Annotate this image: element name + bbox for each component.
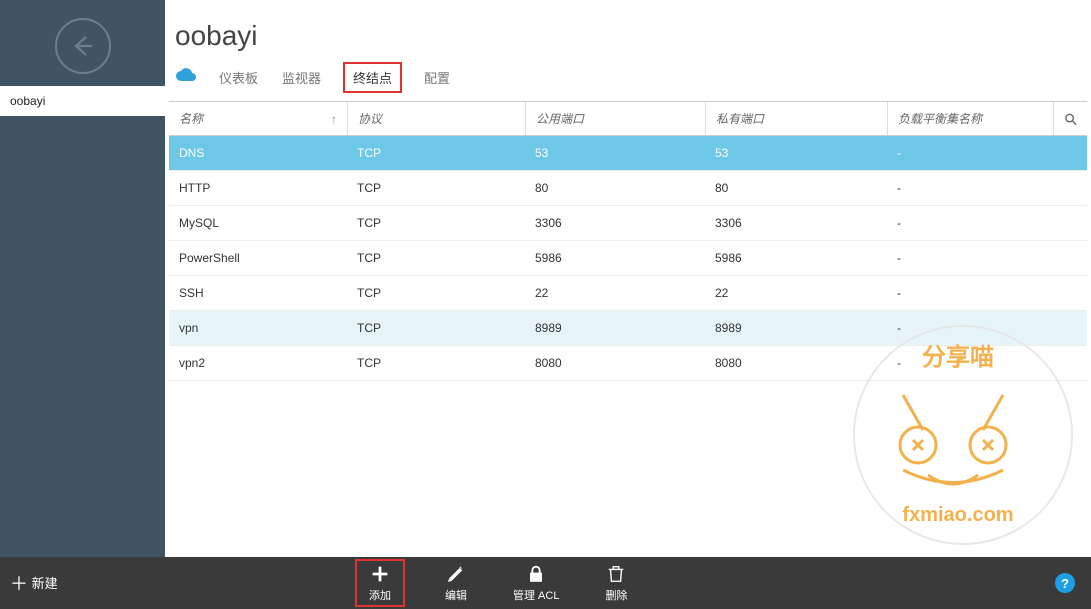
cell-lb: - xyxy=(887,346,1087,380)
cell-public_port: 8080 xyxy=(525,346,705,380)
add-button[interactable]: 添加 xyxy=(355,559,405,607)
cell-name: SSH xyxy=(169,276,347,310)
table-row[interactable]: SSHTCP2222- xyxy=(169,276,1087,311)
main-panel: oobayi 仪表板 监视器 终结点 配置 名称↑ 协议 公用端口 私有端口 负… xyxy=(165,0,1091,557)
tab-configure[interactable]: 配置 xyxy=(422,62,452,93)
th-public-port[interactable]: 公用端口 xyxy=(525,102,705,135)
cell-public_port: 3306 xyxy=(525,206,705,240)
table-row[interactable]: vpnTCP89898989- xyxy=(169,311,1087,346)
search-icon xyxy=(1064,112,1077,126)
endpoints-table: 名称↑ 协议 公用端口 私有端口 负载平衡集名称 DNSTCP5353-HTTP… xyxy=(169,101,1087,381)
cell-lb: - xyxy=(887,206,1087,240)
pencil-icon xyxy=(445,563,467,585)
th-protocol[interactable]: 协议 xyxy=(347,102,525,135)
manage-acl-button[interactable]: 管理 ACL xyxy=(507,559,565,607)
th-private-port[interactable]: 私有端口 xyxy=(705,102,887,135)
trash-icon xyxy=(605,563,627,585)
table-row[interactable]: vpn2TCP80808080- xyxy=(169,346,1087,381)
lock-icon xyxy=(525,563,547,585)
cell-private_port: 8989 xyxy=(705,311,887,345)
th-name[interactable]: 名称↑ xyxy=(169,102,347,135)
cell-public_port: 80 xyxy=(525,171,705,205)
cell-name: PowerShell xyxy=(169,241,347,275)
cell-lb: - xyxy=(887,136,1087,170)
tab-dashboard[interactable]: 仪表板 xyxy=(217,62,260,93)
help-button[interactable]: ? xyxy=(1055,573,1075,593)
tab-monitor[interactable]: 监视器 xyxy=(280,62,323,93)
cell-protocol: TCP xyxy=(347,241,525,275)
cell-public_port: 5986 xyxy=(525,241,705,275)
cell-protocol: TCP xyxy=(347,276,525,310)
cell-public_port: 8989 xyxy=(525,311,705,345)
cell-name: vpn2 xyxy=(169,346,347,380)
cell-name: MySQL xyxy=(169,206,347,240)
plus-icon xyxy=(369,563,391,585)
cell-name: DNS xyxy=(169,136,347,170)
cell-private_port: 5986 xyxy=(705,241,887,275)
arrow-left-icon xyxy=(68,31,98,61)
delete-button[interactable]: 删除 xyxy=(599,559,633,607)
new-button[interactable]: ＋ 新建 xyxy=(0,570,355,596)
cell-protocol: TCP xyxy=(347,311,525,345)
table-row[interactable]: DNSTCP5353- xyxy=(169,136,1087,171)
table-row[interactable]: MySQLTCP33063306- xyxy=(169,206,1087,241)
cell-private_port: 22 xyxy=(705,276,887,310)
table-row[interactable]: HTTPTCP8080- xyxy=(169,171,1087,206)
sidebar: oobayi xyxy=(0,0,165,557)
cell-private_port: 53 xyxy=(705,136,887,170)
th-lb-set[interactable]: 负载平衡集名称 xyxy=(887,102,1053,135)
bottom-bar: ＋ 新建 添加 编辑 管理 ACL 删除 ? xyxy=(0,557,1091,609)
cell-private_port: 8080 xyxy=(705,346,887,380)
cell-protocol: TCP xyxy=(347,346,525,380)
cell-lb: - xyxy=(887,241,1087,275)
edit-button[interactable]: 编辑 xyxy=(439,559,473,607)
page-title: oobayi xyxy=(165,12,1091,62)
cell-private_port: 80 xyxy=(705,171,887,205)
sort-asc-icon: ↑ xyxy=(331,112,337,126)
cell-lb: - xyxy=(887,311,1087,345)
cell-lb: - xyxy=(887,171,1087,205)
cell-protocol: TCP xyxy=(347,171,525,205)
cat-icon xyxy=(843,375,1063,495)
cell-protocol: TCP xyxy=(347,136,525,170)
tab-endpoints[interactable]: 终结点 xyxy=(343,62,402,93)
cloud-icon xyxy=(175,67,197,88)
cell-private_port: 3306 xyxy=(705,206,887,240)
table-header: 名称↑ 协议 公用端口 私有端口 负载平衡集名称 xyxy=(169,101,1087,136)
cell-lb: - xyxy=(887,276,1087,310)
table-row[interactable]: PowerShellTCP59865986- xyxy=(169,241,1087,276)
tabs: 仪表板 监视器 终结点 配置 xyxy=(165,62,1091,93)
cell-name: vpn xyxy=(169,311,347,345)
cell-public_port: 53 xyxy=(525,136,705,170)
cell-name: HTTP xyxy=(169,171,347,205)
th-search[interactable] xyxy=(1053,102,1087,135)
cell-public_port: 22 xyxy=(525,276,705,310)
sidebar-item-vm[interactable]: oobayi xyxy=(0,86,165,116)
cell-protocol: TCP xyxy=(347,206,525,240)
back-button[interactable] xyxy=(55,18,111,74)
